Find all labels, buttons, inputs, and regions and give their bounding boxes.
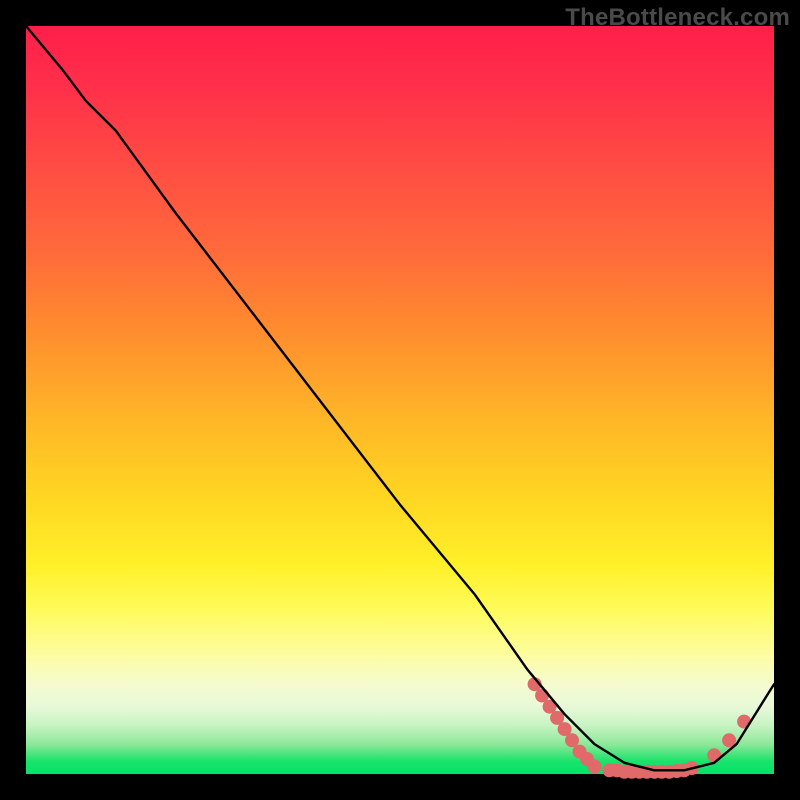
bottleneck-marker — [588, 760, 602, 774]
chart-plot-area — [26, 26, 774, 774]
bottleneck-markers-group — [528, 677, 752, 779]
chart-svg — [26, 26, 774, 774]
chart-frame: TheBottleneck.com — [0, 0, 800, 800]
watermark-text: TheBottleneck.com — [565, 4, 790, 32]
bottleneck-curve-path — [26, 26, 774, 770]
